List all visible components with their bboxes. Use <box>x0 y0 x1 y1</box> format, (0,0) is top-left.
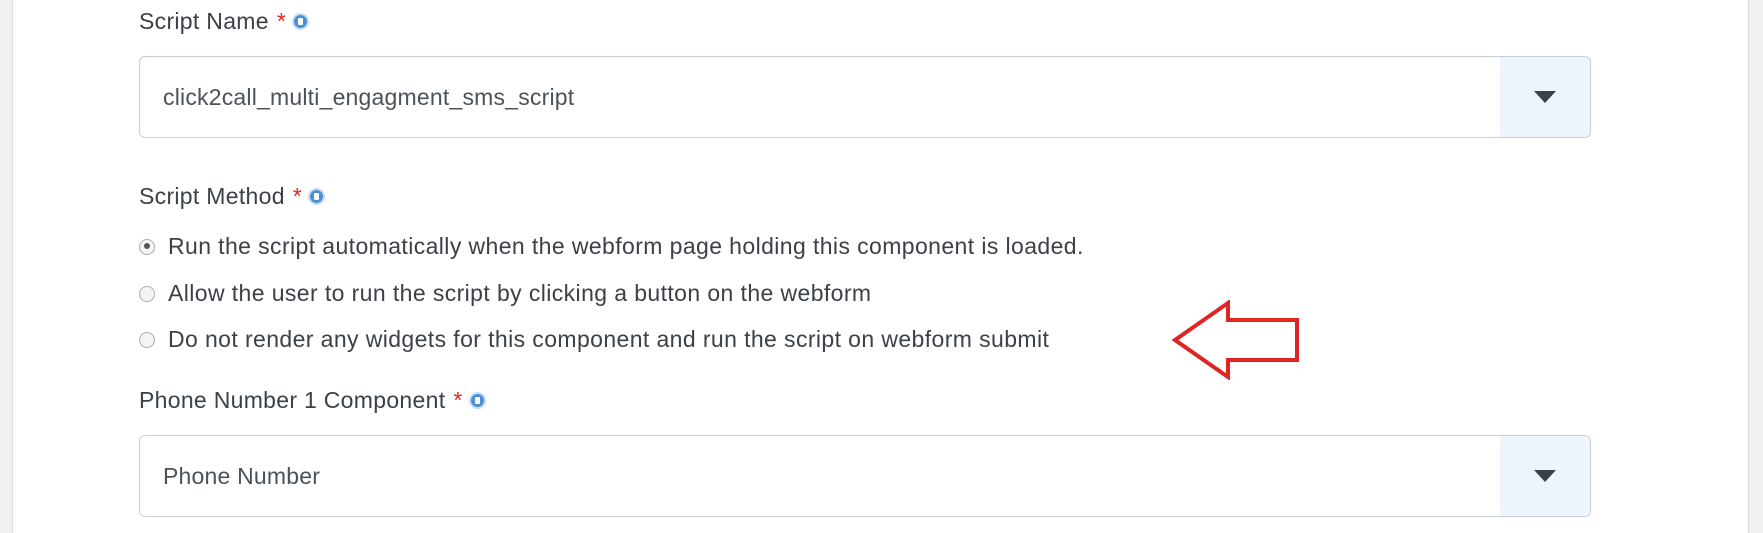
script-name-select[interactable]: click2call_multi_engagment_sms_script <box>139 56 1591 138</box>
phone-number-1-component-label-text: Phone Number 1 Component <box>139 387 446 413</box>
phone-number-1-selected-value: Phone Number <box>163 462 321 489</box>
script-name-label-text: Script Name <box>139 8 269 34</box>
script-method-option-button[interactable]: Allow the user to run the script by clic… <box>139 280 872 307</box>
script-name-label: Script Name * <box>139 8 310 35</box>
info-icon[interactable] <box>308 188 326 205</box>
script-method-label: Script Method * <box>139 183 326 210</box>
script-name-selected-value: click2call_multi_engagment_sms_script <box>163 83 575 110</box>
left-page-border <box>0 0 13 533</box>
phone-number-1-component-label: Phone Number 1 Component * <box>139 387 486 414</box>
script-method-option-submit[interactable]: Do not render any widgets for this compo… <box>139 326 1049 353</box>
script-method-option-auto[interactable]: Run the script automatically when the we… <box>139 233 1084 260</box>
chevron-down-icon <box>1534 470 1556 482</box>
chevron-down-icon <box>1534 91 1556 103</box>
radio-button[interactable] <box>139 285 155 302</box>
script-method-option-label: Do not render any widgets for this compo… <box>168 326 1050 352</box>
right-scrollbar-track[interactable] <box>1748 0 1763 533</box>
phone-number-1-component-select[interactable]: Phone Number <box>139 435 1591 517</box>
radio-button-checked[interactable] <box>139 238 155 255</box>
info-icon[interactable] <box>292 13 310 30</box>
required-asterisk: * <box>276 8 287 34</box>
script-method-option-label: Run the script automatically when the we… <box>168 233 1084 259</box>
phone-number-1-dropdown-button[interactable] <box>1500 436 1590 516</box>
required-asterisk: * <box>453 387 463 413</box>
script-name-dropdown-button[interactable] <box>1500 57 1590 137</box>
info-icon[interactable] <box>468 392 486 409</box>
radio-button[interactable] <box>139 331 155 348</box>
script-method-option-label: Allow the user to run the script by clic… <box>168 280 872 306</box>
required-asterisk: * <box>292 183 303 209</box>
red-arrow-left-icon <box>1172 300 1299 380</box>
script-method-label-text: Script Method <box>139 183 285 209</box>
